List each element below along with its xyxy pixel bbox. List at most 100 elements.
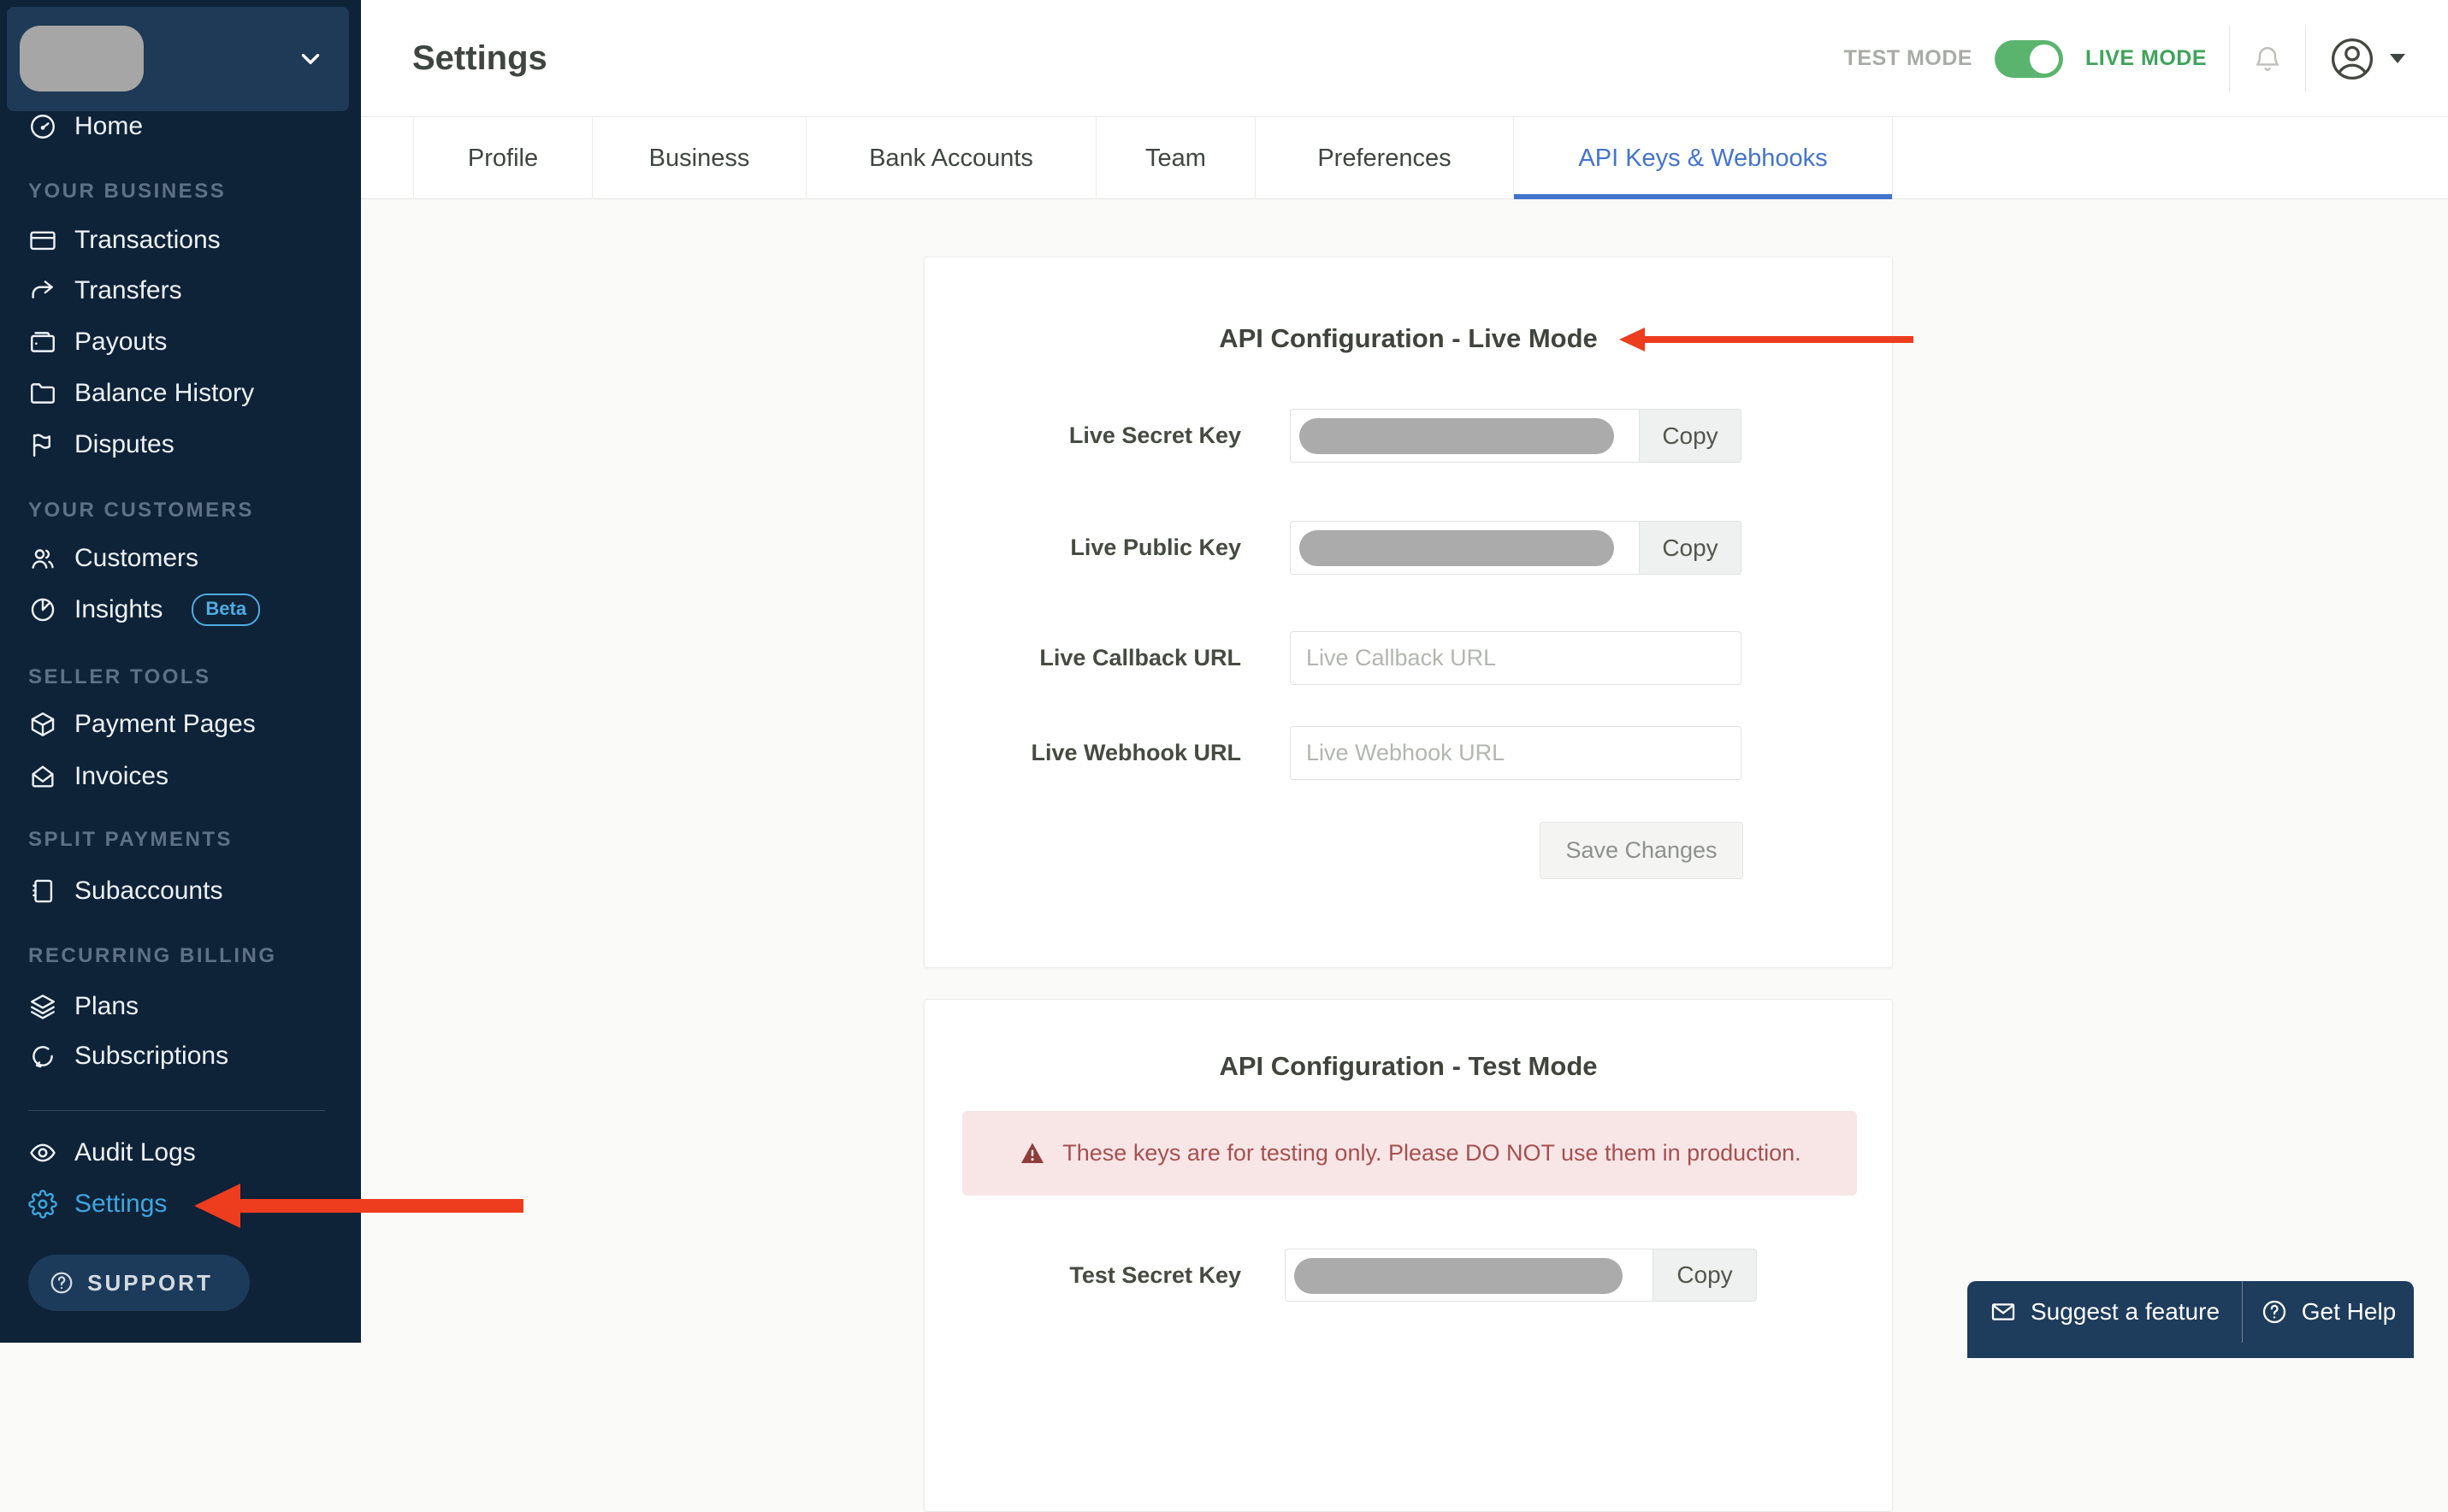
sidebar-item-audit-logs[interactable]: Audit Logs: [28, 1127, 196, 1178]
sidebar-item-plans[interactable]: Plans: [28, 981, 139, 1032]
sidebar-item-transfers[interactable]: Transfers: [28, 265, 182, 316]
sidebar-item-payouts[interactable]: Payouts: [28, 316, 167, 368]
live-secret-key-field: Copy: [1290, 409, 1741, 463]
settings-tabbar: Profile Business Bank Accounts Team Pref…: [361, 117, 2448, 199]
tab-profile[interactable]: Profile: [413, 117, 592, 199]
sidebar-section-your-customers: YOUR CUSTOMERS: [28, 499, 254, 522]
sidebar-item-settings[interactable]: Settings: [28, 1178, 167, 1230]
api-config-test-card: API Configuration - Test Mode These keys…: [924, 999, 1893, 1512]
save-changes-button[interactable]: Save Changes: [1540, 822, 1743, 879]
arrow-head: [1619, 328, 1645, 351]
notebook-icon: [28, 877, 57, 906]
pie-chart-icon: [28, 595, 57, 624]
test-secret-key-label: Test Secret Key: [1069, 1262, 1241, 1288]
feedback-widget: Suggest a feature Get Help: [1967, 1281, 2414, 1358]
notifications-bell-icon[interactable]: [2252, 44, 2283, 74]
test-card-title: API Configuration - Test Mode: [1219, 1051, 1598, 1081]
live-callback-url-label: Live Callback URL: [1039, 645, 1241, 670]
tab-business[interactable]: Business: [592, 117, 806, 199]
sidebar-item-customers[interactable]: Customers: [28, 533, 198, 584]
sidebar-item-balance-history[interactable]: Balance History: [28, 368, 254, 419]
tab-team[interactable]: Team: [1096, 117, 1255, 199]
arrow-shaft: [240, 1199, 523, 1213]
envelope-icon: [1990, 1298, 2017, 1326]
sidebar-divider: [28, 1110, 325, 1111]
sidebar-item-subscriptions[interactable]: Subscriptions: [28, 1031, 228, 1082]
sidebar-item-payment-pages[interactable]: Payment Pages: [28, 699, 256, 750]
sidebar: Home YOUR BUSINESS Transactions Transfer…: [0, 0, 361, 1343]
sidebar-section-your-business: YOUR BUSINESS: [28, 180, 227, 203]
test-mode-label: TEST MODE: [1843, 46, 1972, 70]
live-webhook-url-label: Live Webhook URL: [1031, 740, 1241, 765]
folder-icon: [28, 379, 57, 408]
gear-icon: [28, 1190, 57, 1219]
tab-bank-accounts[interactable]: Bank Accounts: [806, 117, 1096, 199]
support-button[interactable]: SUPPORT: [28, 1255, 250, 1311]
live-webhook-url-input[interactable]: [1290, 726, 1741, 780]
business-selector[interactable]: [7, 7, 349, 111]
live-secret-key-label: Live Secret Key: [1068, 422, 1241, 448]
flag-icon: [28, 430, 57, 459]
suggest-feature-label: Suggest a feature: [2030, 1298, 2220, 1325]
tab-preferences[interactable]: Preferences: [1255, 117, 1513, 199]
sidebar-item-invoices[interactable]: Invoices: [28, 751, 169, 802]
envelope-open-icon: [28, 762, 57, 791]
live-public-key-redacted-value: [1291, 522, 1639, 574]
sidebar-item-home[interactable]: Home: [28, 101, 143, 152]
live-mode-label: LIVE MODE: [2084, 46, 2207, 70]
sidebar-item-label: Payouts: [74, 328, 168, 356]
chevron-down-icon: [296, 44, 325, 74]
warning-triangle-icon: [1018, 1139, 1047, 1168]
live-callback-url-input[interactable]: [1290, 631, 1741, 685]
question-circle-icon: [2261, 1298, 2288, 1326]
live-public-key-copy-button[interactable]: Copy: [1639, 522, 1741, 574]
sidebar-item-insights[interactable]: Insights Beta: [28, 584, 261, 635]
annotation-arrow-settings: [194, 1184, 523, 1228]
toggle-knob: [2029, 44, 2059, 74]
sidebar-item-label: Invoices: [74, 762, 169, 790]
tab-api-keys-webhooks[interactable]: API Keys & Webhooks: [1513, 117, 1893, 199]
header-divider: [2229, 25, 2230, 92]
sidebar-item-subaccounts[interactable]: Subaccounts: [28, 865, 222, 917]
sidebar-item-label: Home: [74, 112, 144, 140]
top-header: Settings TEST MODE LIVE MODE: [361, 0, 2448, 117]
box-icon: [28, 710, 57, 739]
redaction-pill: [1299, 530, 1614, 566]
credit-card-icon: [28, 226, 57, 255]
caret-down-icon: [2390, 54, 2405, 63]
header-controls: TEST MODE LIVE MODE: [1844, 0, 2405, 117]
account-menu[interactable]: [2328, 35, 2405, 83]
share-arrow-icon: [28, 276, 57, 305]
live-secret-key-copy-button[interactable]: Copy: [1639, 410, 1741, 462]
live-mode-toggle[interactable]: [1994, 39, 2063, 78]
business-logo-redacted: [20, 26, 144, 92]
get-help-button[interactable]: Get Help: [2243, 1281, 2414, 1343]
gauge-icon: [28, 112, 57, 141]
sidebar-item-transactions[interactable]: Transactions: [28, 215, 221, 266]
suggest-feature-button[interactable]: Suggest a feature: [1967, 1281, 2242, 1343]
sidebar-item-label: Plans: [74, 992, 139, 1020]
live-public-key-field: Copy: [1290, 521, 1741, 575]
annotation-arrow-live-mode: [1619, 328, 1913, 351]
wallet-icon: [28, 328, 57, 357]
sidebar-item-label: Settings: [74, 1190, 168, 1218]
warning-text: These keys are for testing only. Please …: [1062, 1140, 1801, 1166]
sidebar-item-label: Insights: [74, 595, 163, 623]
arrow-shaft: [1645, 336, 1913, 343]
sidebar-item-label: Balance History: [74, 379, 255, 407]
sidebar-section-seller-tools: SELLER TOOLS: [28, 665, 211, 688]
get-help-label: Get Help: [2301, 1298, 2397, 1325]
sidebar-item-label: Subaccounts: [74, 877, 223, 905]
sidebar-item-label: Payment Pages: [74, 710, 256, 738]
question-circle-icon: [49, 1270, 74, 1296]
sidebar-item-label: Disputes: [74, 430, 174, 458]
test-secret-key-copy-button[interactable]: Copy: [1653, 1249, 1756, 1301]
test-secret-key-redacted-value: [1286, 1249, 1653, 1301]
redaction-pill: [1294, 1258, 1623, 1294]
sidebar-section-split-payments: SPLIT PAYMENTS: [28, 828, 234, 851]
sidebar-item-disputes[interactable]: Disputes: [28, 419, 174, 470]
sidebar-item-label: Customers: [74, 544, 199, 572]
live-public-key-label: Live Public Key: [1070, 535, 1241, 560]
sidebar-item-label: Subscriptions: [74, 1042, 229, 1070]
page-title: Settings: [412, 39, 547, 77]
